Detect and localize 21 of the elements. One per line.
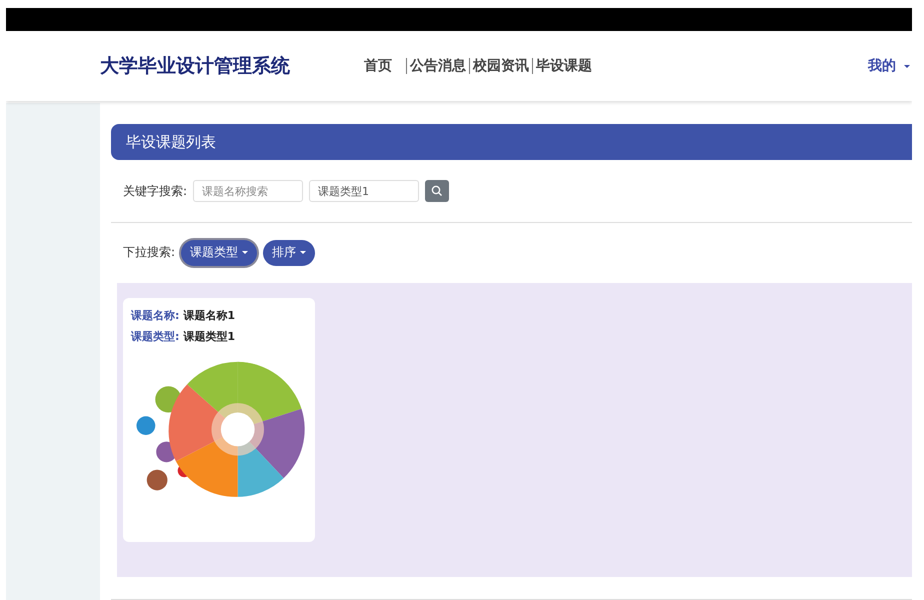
user-menu[interactable]: 我的 — [868, 57, 912, 75]
caret-icon — [904, 64, 910, 68]
search-field[interactable]: 课题类型1 — [309, 180, 420, 202]
field-label: 课题类型: — [131, 330, 180, 343]
panel-title-bar: 毕设课题列表 — [111, 124, 912, 160]
nav-link[interactable]: 首页 — [361, 57, 406, 75]
field-value: 课题类型1 — [183, 330, 236, 343]
nav-link[interactable]: 校园资讯 — [470, 57, 532, 75]
field-label: 课题名称: — [131, 308, 180, 322]
search-field[interactable]: 课题名称搜索 — [193, 180, 304, 202]
search-icon — [431, 185, 444, 198]
search-label: 关键字搜索: — [123, 182, 188, 200]
field-value: 课题名称1 — [183, 308, 236, 322]
search-button[interactable] — [425, 180, 450, 202]
nav-link[interactable]: 毕设课题 — [533, 57, 595, 75]
topic-card[interactable]: 课题名称: 课题名称1 课题类型: 课题类型1 — [123, 298, 315, 542]
dropdown-button[interactable]: 排序 — [263, 240, 316, 266]
dropdown-button[interactable]: 课题类型 — [181, 240, 258, 266]
dropdown-label: 下拉搜索: — [123, 244, 176, 262]
nav-link[interactable]: 公告消息 — [407, 57, 469, 75]
site-title: 大学毕业设计管理系统 — [100, 54, 291, 79]
